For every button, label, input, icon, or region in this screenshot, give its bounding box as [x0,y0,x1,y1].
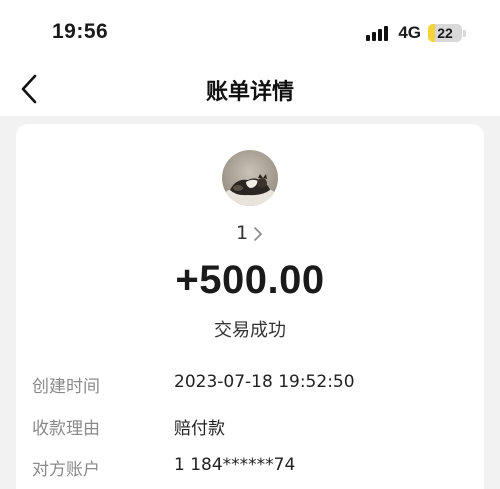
detail-label: 创建时间 [32,377,100,397]
transaction-amount: +500.00 [175,258,325,302]
avatar-image [222,150,278,206]
battery-level: 22 [437,25,453,41]
detail-label: 收款理由 [32,419,100,439]
status-bar: 19:56 4G 22 [0,0,500,62]
signal-icon [366,25,390,41]
detail-label: 对方账户 [32,460,100,480]
payer-link[interactable]: 1 [16,222,484,244]
transaction-card: 1 +500.00 交易成功 创建时间 2023-07-18 19:52:50 … [16,124,484,489]
page-title: 账单详情 [205,80,294,105]
battery-icon: 22 [428,24,466,42]
chevron-right-icon [254,227,262,241]
detail-row-counterparty: 对方账户 1 184******74 [32,455,468,483]
transaction-status: 交易成功 [214,320,286,341]
detail-row-created-time: 创建时间 2023-07-18 19:52:50 [32,372,468,400]
payer-name: 1 [235,222,249,244]
status-indicators: 4G 22 [366,22,466,44]
status-time: 19:56 [52,20,109,43]
nav-bar: 账单详情 [0,62,500,116]
detail-value: 1 184******74 [174,455,296,475]
detail-value: 赔付款 [174,419,225,439]
detail-value: 2023-07-18 19:52:50 [174,372,355,392]
network-type: 4G [398,23,421,42]
avatar[interactable] [222,150,278,206]
detail-row-reason: 收款理由 赔付款 [32,414,468,442]
